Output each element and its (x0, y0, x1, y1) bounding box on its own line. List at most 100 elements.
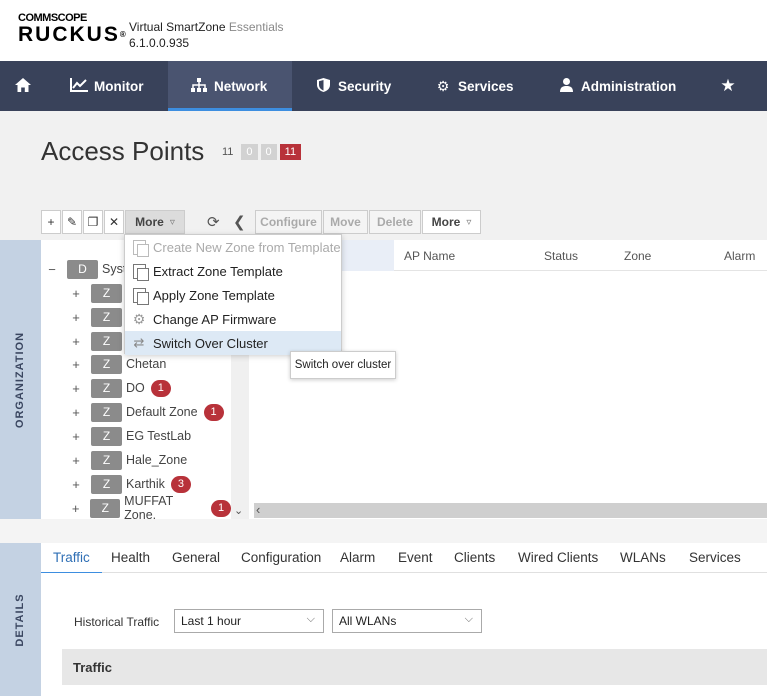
details-tabs: Traffic Health General Configuration Ala… (41, 543, 767, 575)
zone-badge: Z (91, 450, 122, 470)
clone-button[interactable]: ❐ (83, 210, 103, 234)
tab-alarm[interactable]: Alarm (340, 550, 375, 565)
document-icon (131, 287, 149, 305)
move-button[interactable]: Move (323, 210, 368, 234)
expand-icon[interactable]: + (69, 429, 83, 444)
details-label: DETAILS (14, 592, 26, 647)
tab-event[interactable]: Event (398, 550, 433, 565)
time-range-select[interactable]: Last 1 hour ⌵ (174, 609, 324, 633)
edit-button[interactable]: ✎ (62, 210, 82, 234)
tab-services[interactable]: Services (689, 550, 741, 565)
menu-change-ap-firmware[interactable]: ⚙ Change AP Firmware (125, 307, 341, 331)
expand-icon[interactable]: + (69, 310, 83, 325)
network-icon (190, 77, 208, 95)
tree-item[interactable]: + Z DO 1 (69, 377, 171, 399)
menu-apply-zone-template[interactable]: Apply Zone Template (125, 283, 341, 307)
tree-item[interactable]: + Z Karthik 3 (69, 473, 191, 495)
nav-monitor-label: Monitor (94, 78, 144, 94)
zone-badge: Z (91, 307, 122, 327)
nav-security[interactable]: Security (314, 61, 391, 111)
ruckus-logo: COMMSCOPE RUCKUS® (18, 12, 128, 46)
delete-button[interactable]: Delete (369, 210, 421, 234)
tab-configuration[interactable]: Configuration (241, 550, 321, 565)
count-badge-b[interactable]: 0 (260, 144, 277, 160)
expand-icon[interactable]: + (69, 453, 83, 468)
panel-divider (0, 519, 767, 543)
expand-icon[interactable]: + (69, 501, 82, 516)
menu-extract-zone-template[interactable]: Extract Zone Template (125, 259, 341, 283)
more-actions-button[interactable]: More ▿ (422, 210, 481, 234)
more-button[interactable]: More ▿ (125, 210, 185, 234)
tooltip: Switch over cluster (290, 351, 396, 379)
page-title: Access Points (41, 136, 205, 166)
col-status[interactable]: Status (544, 249, 578, 263)
tree-item[interactable]: + Z EG TestLab (69, 425, 191, 447)
alarm-badge[interactable]: 3 (170, 475, 191, 493)
nav-monitor[interactable]: Monitor (70, 61, 144, 111)
alarm-badge[interactable]: 1 (203, 403, 224, 421)
tab-wlans[interactable]: WLANs (620, 550, 666, 565)
home-icon (14, 77, 32, 95)
alarm-badge[interactable]: 1 (211, 499, 231, 517)
close-icon: ✕ (108, 215, 120, 229)
grid-horizontal-scrollbar[interactable]: ‹ (254, 502, 767, 518)
scroll-down-icon[interactable]: ⌄ (234, 504, 243, 517)
expand-icon[interactable]: + (69, 334, 83, 349)
details-panel-toggle[interactable]: DETAILS (0, 543, 41, 696)
document-icon (131, 239, 149, 257)
nav-home[interactable] (14, 61, 32, 111)
tree-item[interactable]: + Z Hale_Zone (69, 449, 187, 471)
tree-item[interactable]: + Z MUFFAT Zone. 1 (69, 494, 231, 519)
nav-favorites[interactable]: ★ (719, 61, 737, 111)
user-icon (557, 77, 575, 95)
alarm-badge[interactable]: 1 (150, 379, 171, 397)
tab-general[interactable]: General (172, 550, 220, 565)
count-badge-alarm[interactable]: 11 (279, 144, 302, 160)
nav-services[interactable]: ⚙ Services (434, 61, 514, 111)
tab-clients[interactable]: Clients (454, 550, 495, 565)
tree-item[interactable]: + Z Chetan (69, 353, 166, 375)
expand-icon[interactable]: + (69, 381, 83, 396)
count-badge-a[interactable]: 0 (241, 144, 258, 160)
more-button-label: More (135, 215, 164, 229)
tree-item[interactable]: + Z Default Zone 1 (69, 401, 224, 423)
more-actions-label: More (431, 215, 461, 229)
traffic-section-header[interactable]: Traffic (62, 649, 767, 685)
col-zone[interactable]: Zone (624, 249, 651, 263)
configure-button[interactable]: Configure (255, 210, 322, 234)
chart-icon (70, 77, 88, 95)
zone-label: EG TestLab (126, 429, 192, 443)
nav-administration[interactable]: Administration (557, 61, 676, 111)
more-dropdown-menu: Create New Zone from Template Extract Zo… (124, 234, 342, 355)
wlan-select[interactable]: All WLANs ⌵ (332, 609, 482, 633)
organization-panel-toggle[interactable]: ORGANIZATION (0, 240, 41, 519)
product-edition: Essentials (228, 20, 284, 34)
zone-label: Chetan (126, 357, 167, 371)
expand-icon[interactable]: + (69, 477, 83, 492)
collapse-icon[interactable]: − (45, 262, 59, 277)
nav-services-label: Services (458, 78, 514, 94)
col-alarm[interactable]: Alarm (724, 249, 755, 263)
zone-badge: Z (91, 378, 122, 398)
menu-create-zone-from-template[interactable]: Create New Zone from Template (125, 235, 341, 259)
collapse-left-icon[interactable]: ❮ (233, 210, 246, 234)
zone-label: MUFFAT Zone. (124, 494, 173, 519)
time-range-value: Last 1 hour (181, 614, 242, 628)
refresh-icon[interactable]: ⟳ (207, 210, 220, 234)
expand-icon[interactable]: + (69, 405, 83, 420)
add-button[interactable]: + (41, 210, 61, 234)
document-icon (131, 263, 149, 281)
tab-wired-clients[interactable]: Wired Clients (518, 550, 598, 565)
shield-icon (314, 77, 332, 95)
scroll-left-icon[interactable]: ‹ (256, 502, 260, 517)
expand-icon[interactable]: + (69, 357, 83, 372)
tree-root[interactable]: − D Syste (45, 258, 133, 280)
tab-traffic[interactable]: Traffic (41, 550, 102, 575)
zone-badge: Z (91, 474, 122, 494)
col-ap-name[interactable]: AP Name (404, 249, 455, 263)
domain-badge: D (67, 259, 98, 279)
expand-icon[interactable]: + (69, 286, 83, 301)
delete-zone-button[interactable]: ✕ (104, 210, 124, 234)
tab-health[interactable]: Health (111, 550, 150, 565)
nav-network[interactable]: Network (168, 61, 292, 111)
